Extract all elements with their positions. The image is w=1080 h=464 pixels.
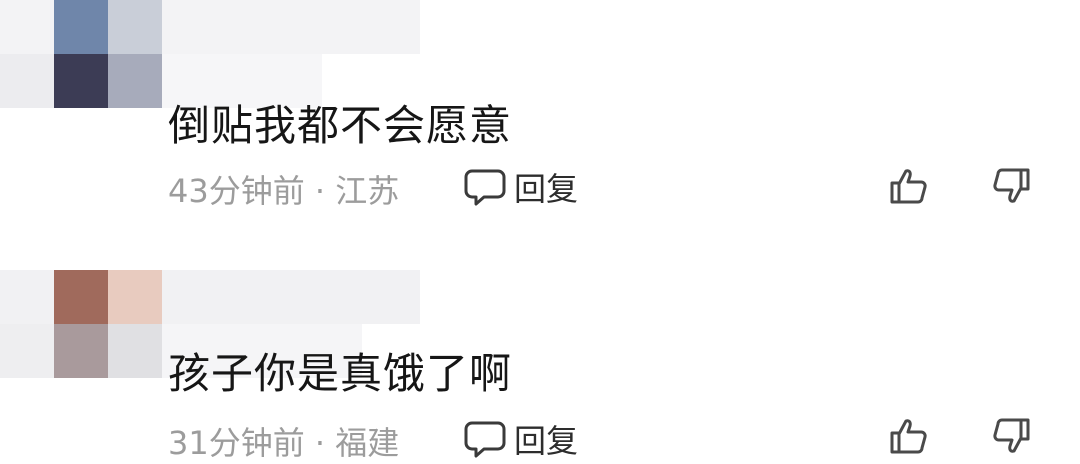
comment-item: 孩子你是真饿了啊 31分钟前 · 福建 回复: [0, 262, 1080, 462]
comment-meta: 43分钟前 · 江苏: [168, 172, 400, 210]
comment-item: 倒贴我都不会愿意 43分钟前 · 江苏 回复: [0, 0, 1080, 230]
thumb-up-icon[interactable]: [888, 416, 928, 456]
reply-label: 回复: [514, 422, 579, 460]
thumb-up-icon[interactable]: [888, 166, 928, 206]
comment-bubble-icon: [464, 421, 506, 458]
avatar[interactable]: [54, 270, 162, 378]
comment-text: 孩子你是真饿了啊: [168, 349, 513, 398]
reply-button[interactable]: 回复: [464, 164, 578, 210]
thumb-down-icon[interactable]: [992, 166, 1032, 206]
comment-bubble-icon: [464, 169, 506, 206]
reply-button[interactable]: 回复: [464, 416, 578, 462]
reply-label: 回复: [514, 170, 579, 208]
avatar[interactable]: [54, 0, 162, 108]
comment-meta: 31分钟前 · 福建: [168, 424, 400, 462]
comment-text: 倒贴我都不会愿意: [168, 101, 513, 150]
thumb-down-icon[interactable]: [992, 416, 1032, 456]
